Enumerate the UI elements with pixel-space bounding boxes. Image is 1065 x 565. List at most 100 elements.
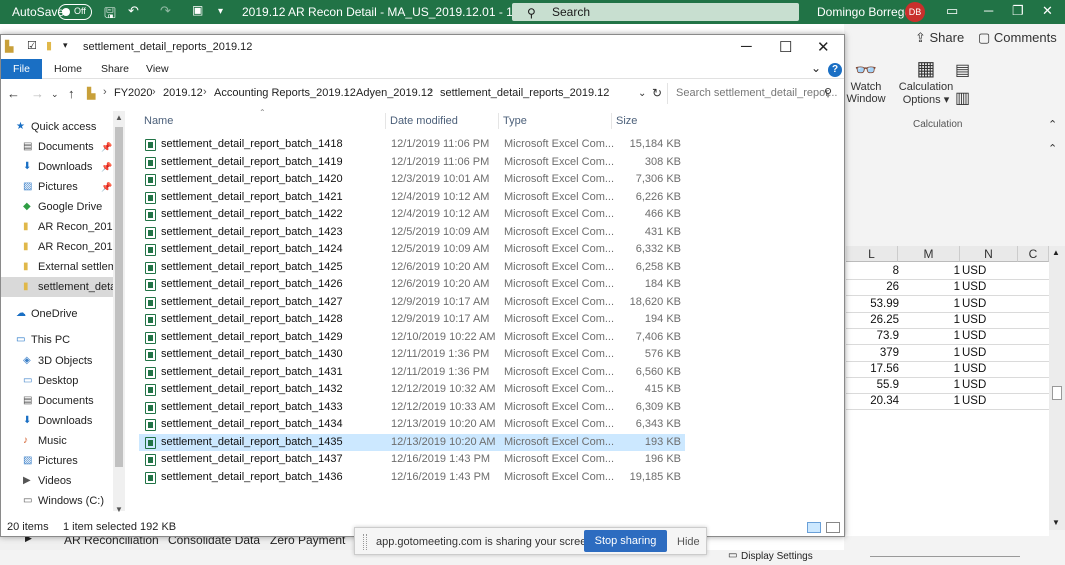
save-icon[interactable]: 🖫 (104, 3, 116, 27)
breadcrumb-separator-icon[interactable]: › (429, 86, 433, 98)
recent-locations-icon[interactable]: ⌄ (51, 89, 59, 100)
file-row[interactable]: settlement_detail_report_batch_1431 12/11… (139, 364, 685, 382)
column-header-size[interactable]: Size (616, 115, 637, 127)
column-divider[interactable] (498, 113, 499, 129)
scroll-down-icon[interactable]: ▼ (115, 505, 123, 514)
sidebar-item[interactable]: ▮ AR Recon_2019.1 (1, 217, 113, 237)
display-settings-label[interactable]: Display Settings (741, 551, 813, 562)
column-header-date[interactable]: Date modified (390, 115, 458, 127)
avatar[interactable]: DB (905, 2, 925, 22)
scroll-up-icon[interactable]: ▲ (1052, 248, 1060, 257)
collapse-ribbon-icon[interactable]: ⌃ (1048, 118, 1057, 131)
sidebar-item[interactable]: ▮ settlement_detai (1, 277, 113, 297)
breadcrumb-item[interactable]: Accounting Reports_2019.12 (214, 87, 356, 99)
zoom-slider[interactable] (870, 556, 1020, 557)
scroll-down-icon[interactable]: ▼ (1052, 518, 1060, 527)
column-divider[interactable] (385, 113, 386, 129)
file-row[interactable]: settlement_detail_report_batch_1422 12/4/… (139, 206, 685, 224)
comments-button[interactable]: ▢ Comments (978, 30, 1057, 46)
stop-sharing-button[interactable]: Stop sharing (584, 530, 667, 552)
share-button[interactable]: ⇪ Share (915, 30, 964, 46)
cell-n[interactable]: USD (962, 279, 986, 295)
breadcrumb-item[interactable]: Adyen_2019.12 (356, 87, 433, 99)
up-arrow-icon[interactable]: ↑ (68, 86, 75, 101)
file-row[interactable]: settlement_detail_report_batch_1432 12/12… (139, 381, 685, 399)
cell-l[interactable]: 73.9 (877, 328, 899, 344)
sidebar-item[interactable]: ▶ Videos (1, 471, 113, 491)
sidebar-item[interactable]: ▭ Desktop (1, 371, 113, 391)
expand-ribbon-icon[interactable]: ⌄ (811, 61, 821, 75)
breadcrumb-item[interactable]: settlement_detail_reports_2019.12 (440, 87, 609, 99)
breadcrumb-item[interactable]: 2019.12 (163, 87, 203, 99)
file-row[interactable]: settlement_detail_report_batch_1428 12/9/… (139, 311, 685, 329)
undo-icon[interactable]: ↶ (128, 3, 139, 19)
breadcrumb-separator-icon[interactable]: › (203, 86, 207, 98)
hide-button[interactable]: Hide (677, 536, 700, 548)
tab-file[interactable]: File (1, 59, 42, 79)
cell-l[interactable]: 20.34 (870, 393, 899, 409)
cell-n[interactable]: USD (962, 328, 986, 344)
cell-l[interactable]: 379 (880, 345, 899, 361)
cell-m[interactable]: 1 (954, 377, 960, 393)
new-folder-icon[interactable]: ▮ (46, 39, 52, 52)
breadcrumb-separator-icon[interactable]: › (103, 86, 107, 98)
sidebar-item[interactable]: ★ Quick access (1, 117, 113, 137)
sidebar-item[interactable]: ♪ Music (1, 431, 113, 451)
cell-n[interactable]: USD (962, 393, 986, 409)
customize-qat-icon[interactable]: ▾ (63, 40, 68, 51)
file-row[interactable]: settlement_detail_report_batch_1436 12/16… (139, 469, 685, 487)
sidebar-item[interactable]: ⬇ Downloads (1, 411, 113, 431)
redo-icon[interactable]: ↷ (160, 3, 171, 19)
file-row[interactable]: settlement_detail_report_batch_1421 12/4/… (139, 189, 685, 207)
close-icon[interactable]: ✕ (817, 38, 830, 56)
breadcrumb-separator-icon[interactable]: › (152, 86, 156, 98)
column-header-n[interactable]: N (960, 246, 1018, 262)
sidebar-item[interactable]: ▨ Pictures (1, 451, 113, 471)
calculate-now-icon[interactable]: ▤ (955, 60, 970, 80)
column-header-type[interactable]: Type (503, 115, 527, 127)
cell-l[interactable]: 26 (886, 279, 899, 295)
file-row[interactable]: settlement_detail_report_batch_1437 12/16… (139, 451, 685, 469)
quick-access-icon[interactable]: ▣ (192, 3, 203, 17)
cell-m[interactable]: 1 (954, 296, 960, 312)
file-row[interactable]: settlement_detail_report_batch_1419 12/1/… (139, 154, 685, 172)
sidebar-item[interactable]: ⬇ Downloads 📌 (1, 157, 113, 177)
details-view-icon[interactable] (807, 522, 821, 533)
restore-icon[interactable]: ❐ (1012, 3, 1024, 19)
nav-pane-scroll-thumb[interactable] (115, 127, 123, 467)
autosave-toggle[interactable]: Off (58, 4, 92, 20)
cell-n[interactable]: USD (962, 361, 986, 377)
minimize-icon[interactable]: ─ (741, 38, 752, 55)
cell-l[interactable]: 8 (893, 263, 899, 279)
cell-l[interactable]: 26.25 (870, 312, 899, 328)
sidebar-item[interactable]: ▭ This PC (1, 330, 113, 350)
help-icon[interactable]: ? (828, 63, 842, 77)
sidebar-item[interactable]: ▨ Pictures 📌 (1, 177, 113, 197)
customize-qat-icon[interactable]: ▾ (218, 6, 223, 17)
watch-window-button[interactable]: 👓 Watch Window (846, 60, 886, 105)
minimize-icon[interactable]: ─ (984, 3, 993, 18)
cell-m[interactable]: 1 (954, 328, 960, 344)
calculation-options-button[interactable]: ▦ Calculation Options ▾ (898, 56, 954, 106)
address-dropdown-icon[interactable]: ⌄ (638, 88, 646, 99)
sheet-scroll-thumb[interactable] (1052, 386, 1062, 400)
close-icon[interactable]: ✕ (1042, 3, 1053, 19)
file-row[interactable]: settlement_detail_report_batch_1426 12/6/… (139, 276, 685, 294)
file-row[interactable]: settlement_detail_report_batch_1433 12/12… (139, 399, 685, 417)
cell-l[interactable]: 53.99 (870, 296, 899, 312)
sidebar-item[interactable]: ▮ External settleme (1, 257, 113, 277)
tab-share[interactable]: Share (101, 63, 129, 75)
cell-n[interactable]: USD (962, 377, 986, 393)
cell-m[interactable]: 1 (954, 345, 960, 361)
column-header-m[interactable]: M (898, 246, 960, 262)
cell-m[interactable]: 1 (954, 279, 960, 295)
cell-m[interactable]: 1 (954, 312, 960, 328)
sidebar-item[interactable]: ◈ 3D Objects (1, 351, 113, 371)
sidebar-item[interactable]: ▤ Documents (1, 391, 113, 411)
sidebar-item[interactable]: ▮ AR Recon_2019.1 (1, 237, 113, 257)
column-header-l[interactable]: L (846, 246, 898, 262)
large-icons-view-icon[interactable] (826, 522, 840, 533)
calculate-sheet-icon[interactable]: ▥ (955, 88, 970, 108)
ribbon-display-icon[interactable]: ▭ (946, 3, 958, 19)
tab-home[interactable]: Home (54, 63, 82, 75)
